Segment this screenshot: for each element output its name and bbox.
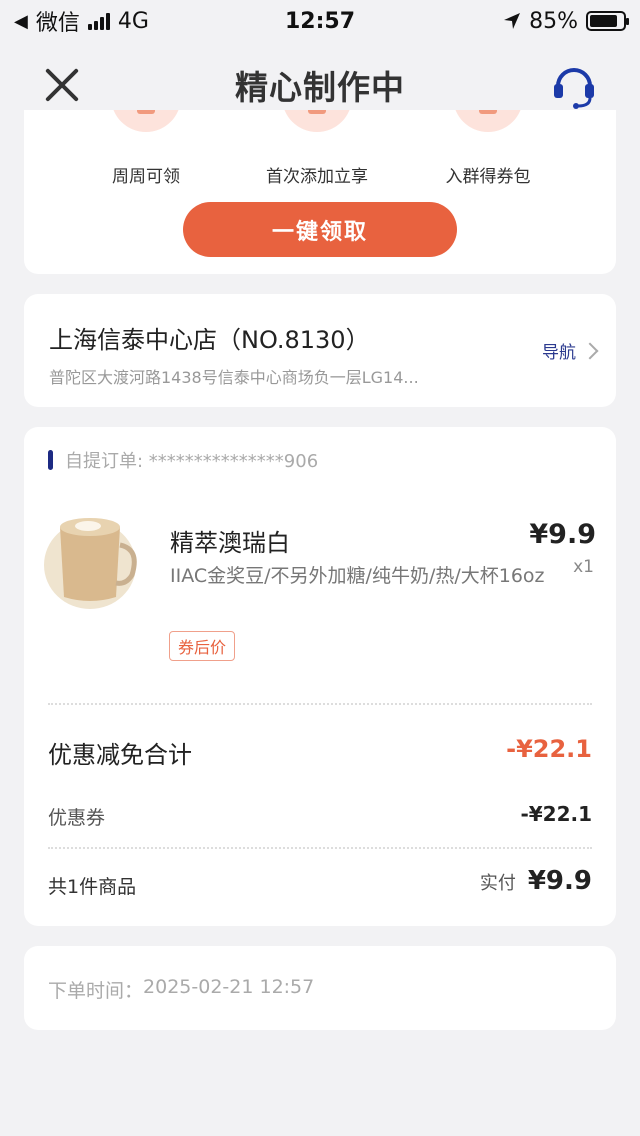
- perk-label: 首次添加立享: [266, 167, 368, 187]
- battery-percent: 85%: [529, 8, 578, 34]
- order-time-label: 下单时间：: [48, 980, 144, 1002]
- order-card: 自提订单: ***************906 精萃澳瑞白 IIAC金奖豆/不…: [24, 427, 616, 926]
- paid-amount: ¥9.9: [527, 866, 592, 896]
- network-label: 4G: [117, 8, 149, 34]
- order-label: 自提订单:: [65, 451, 149, 472]
- coupon-card: 周周可领 首次添加立享 入群得券包 一键领取: [24, 110, 616, 274]
- order-number-group: 自提订单: ***************906: [65, 447, 318, 473]
- navigate-button[interactable]: 导航: [542, 338, 599, 363]
- divider: [48, 847, 592, 849]
- gift-icon: [282, 110, 352, 132]
- discount-title: 优惠减免合计: [48, 741, 192, 769]
- coupon-amount: -¥22.1: [520, 802, 592, 826]
- product-quantity: x1: [573, 557, 594, 577]
- back-app-label[interactable]: 微信: [36, 5, 80, 37]
- order-header: 自提订单: ***************906: [48, 447, 318, 473]
- gift-icon: [453, 110, 523, 132]
- chevron-right-icon: [581, 342, 599, 359]
- battery-level: [590, 15, 618, 27]
- product-name: 精萃澳瑞白: [170, 529, 290, 557]
- paid-label: 实付: [479, 873, 516, 894]
- battery-icon: [586, 11, 629, 31]
- status-left: ◀ 微信 4G: [14, 5, 149, 37]
- close-icon[interactable]: [40, 62, 84, 106]
- product-spec: IIAC金奖豆/不另外加糖/纯牛奶/热/大杯16oz: [170, 565, 545, 587]
- status-right: 85%: [503, 8, 629, 34]
- signal-icon: [87, 12, 110, 30]
- paid-total: 实付 ¥9.9: [480, 866, 592, 896]
- order-time-row: 下单时间： 2025-02-21 12:57: [48, 976, 314, 1003]
- navigate-label: 导航: [542, 343, 576, 363]
- gift-icon: [111, 110, 181, 132]
- store-card[interactable]: 上海信泰中心店（NO.8130） 普陀区大渡河路1438号信泰中心商场负一层LG…: [24, 294, 616, 407]
- status-bar: ◀ 微信 4G 12:57 85%: [0, 0, 640, 42]
- claim-all-button[interactable]: 一键领取: [183, 202, 457, 257]
- order-number: ***************906: [148, 451, 319, 472]
- divider: [48, 703, 592, 705]
- coupon-price-tag: 券后价: [169, 631, 236, 661]
- store-name: 上海信泰中心店（NO.8130）: [49, 326, 370, 354]
- order-time-card: 下单时间： 2025-02-21 12:57: [24, 946, 616, 1030]
- product-image: [44, 518, 137, 609]
- discount-total: -¥22.1: [506, 735, 592, 763]
- headset-icon[interactable]: [550, 60, 598, 110]
- store-address: 普陀区大渡河路1438号信泰中心商场负一层LG14...: [49, 368, 419, 387]
- perk-label: 入群得券包: [445, 167, 531, 187]
- back-arrow-icon[interactable]: ◀: [14, 11, 28, 32]
- product-price: ¥9.9: [529, 519, 596, 550]
- item-count: 共1件商品: [48, 876, 137, 898]
- location-arrow-icon: [504, 13, 521, 29]
- order-time-value: 2025-02-21 12:57: [143, 976, 315, 998]
- section-marker: [48, 450, 53, 470]
- page-title: 精心制作中: [235, 68, 405, 107]
- coupon-label: 优惠券: [48, 807, 106, 829]
- perk-label: 周周可领: [112, 167, 180, 187]
